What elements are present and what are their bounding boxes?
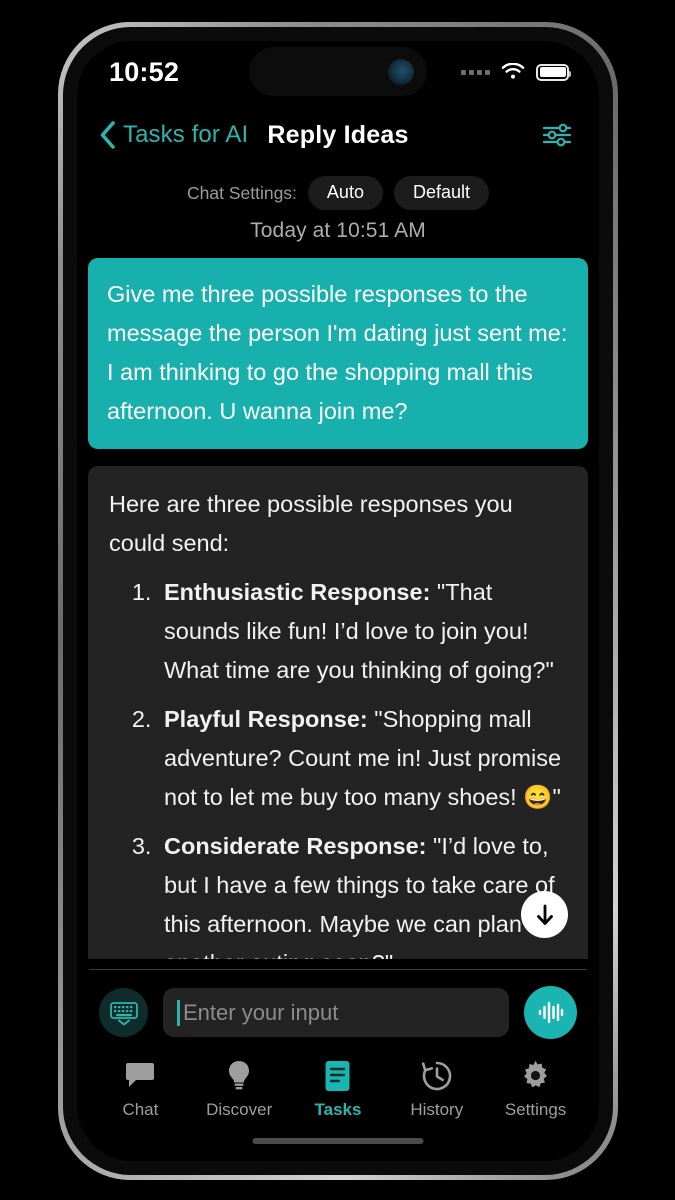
clock-rewind-icon: [421, 1059, 453, 1092]
chat-settings-auto-pill[interactable]: Auto: [307, 176, 383, 210]
tab-settings[interactable]: Settings: [486, 1059, 585, 1120]
gear-icon: [520, 1059, 551, 1092]
back-button[interactable]: Tasks for AI: [99, 121, 248, 149]
assistant-message-bubble: Here are three possible responses you co…: [88, 466, 588, 959]
text-caret: [177, 999, 180, 1026]
tab-label: Chat: [122, 1100, 159, 1119]
page-title: Reply Ideas: [267, 120, 409, 149]
navigation-bar: Tasks for AI Reply Ideas: [77, 103, 599, 167]
assistant-intro-text: Here are three possible responses you co…: [109, 491, 513, 556]
battery-full-icon: [536, 63, 571, 81]
tab-label: Tasks: [314, 1100, 362, 1119]
input-bar: [77, 970, 599, 1053]
tab-history[interactable]: History: [387, 1059, 486, 1120]
chat-bubble-icon: [124, 1059, 156, 1092]
phone-frame: 10:52 Tasks for AI Reply Ideas Chat Sett…: [58, 22, 618, 1180]
list-item: Playful Response: "Shopping mall adventu…: [158, 700, 567, 817]
tab-label: Settings: [504, 1100, 567, 1119]
user-message-bubble: Give me three possible responses to the …: [88, 258, 588, 449]
sliders-icon: [542, 123, 572, 147]
voice-input-button[interactable]: [524, 986, 577, 1039]
arrow-down-icon: [536, 904, 553, 925]
scroll-to-bottom-button[interactable]: [521, 891, 568, 938]
message-input[interactable]: [183, 999, 495, 1026]
tab-chat[interactable]: Chat: [91, 1059, 190, 1120]
keyboard-icon: [109, 1001, 138, 1025]
home-indicator[interactable]: [252, 1138, 424, 1144]
chevron-left-icon: [100, 121, 115, 149]
lightbulb-icon: [224, 1059, 254, 1092]
list-item: Enthusiastic Response: "That sounds like…: [158, 573, 567, 690]
status-bar-indicators: [461, 63, 571, 81]
suggestion-title: Enthusiastic Response:: [164, 579, 431, 605]
conversation-timestamp: Today at 10:51 AM: [250, 219, 426, 242]
back-button-label: Tasks for AI: [123, 121, 249, 148]
tab-tasks[interactable]: Tasks: [289, 1059, 388, 1120]
assistant-suggestion-list: Enthusiastic Response: "That sounds like…: [109, 573, 567, 959]
tab-label: History: [410, 1100, 464, 1119]
front-camera-icon: [388, 58, 414, 85]
tab-label: Discover: [206, 1100, 273, 1119]
chat-settings-label: Chat Settings:: [187, 182, 297, 203]
status-bar: 10:52: [77, 41, 599, 103]
status-bar-time: 10:52: [109, 56, 180, 87]
keyboard-button[interactable]: [99, 988, 148, 1037]
chat-options-button[interactable]: [541, 120, 573, 150]
message-list[interactable]: Give me three possible responses to the …: [77, 243, 599, 959]
chat-settings-row: Chat Settings: Auto Default: [77, 167, 599, 210]
dynamic-island: [249, 47, 427, 96]
list-item: Considerate Response: "I’d love to, but …: [158, 827, 567, 959]
waveform-icon: [538, 1001, 564, 1024]
message-input-container[interactable]: [163, 988, 509, 1037]
wifi-icon: [501, 63, 525, 79]
bottom-tab-bar: Chat Discover Tasks History Settings: [77, 1053, 599, 1120]
tab-discover[interactable]: Discover: [190, 1059, 289, 1120]
document-lines-icon: [324, 1059, 351, 1092]
suggestion-title: Considerate Response:: [164, 833, 427, 859]
chat-settings-default-pill[interactable]: Default: [393, 176, 489, 210]
phone-screen: 10:52 Tasks for AI Reply Ideas Chat Sett…: [77, 41, 599, 1161]
phone-bezel: 10:52 Tasks for AI Reply Ideas Chat Sett…: [63, 27, 613, 1175]
suggestion-title: Playful Response:: [164, 706, 368, 732]
signal-dots-icon: [461, 69, 490, 75]
